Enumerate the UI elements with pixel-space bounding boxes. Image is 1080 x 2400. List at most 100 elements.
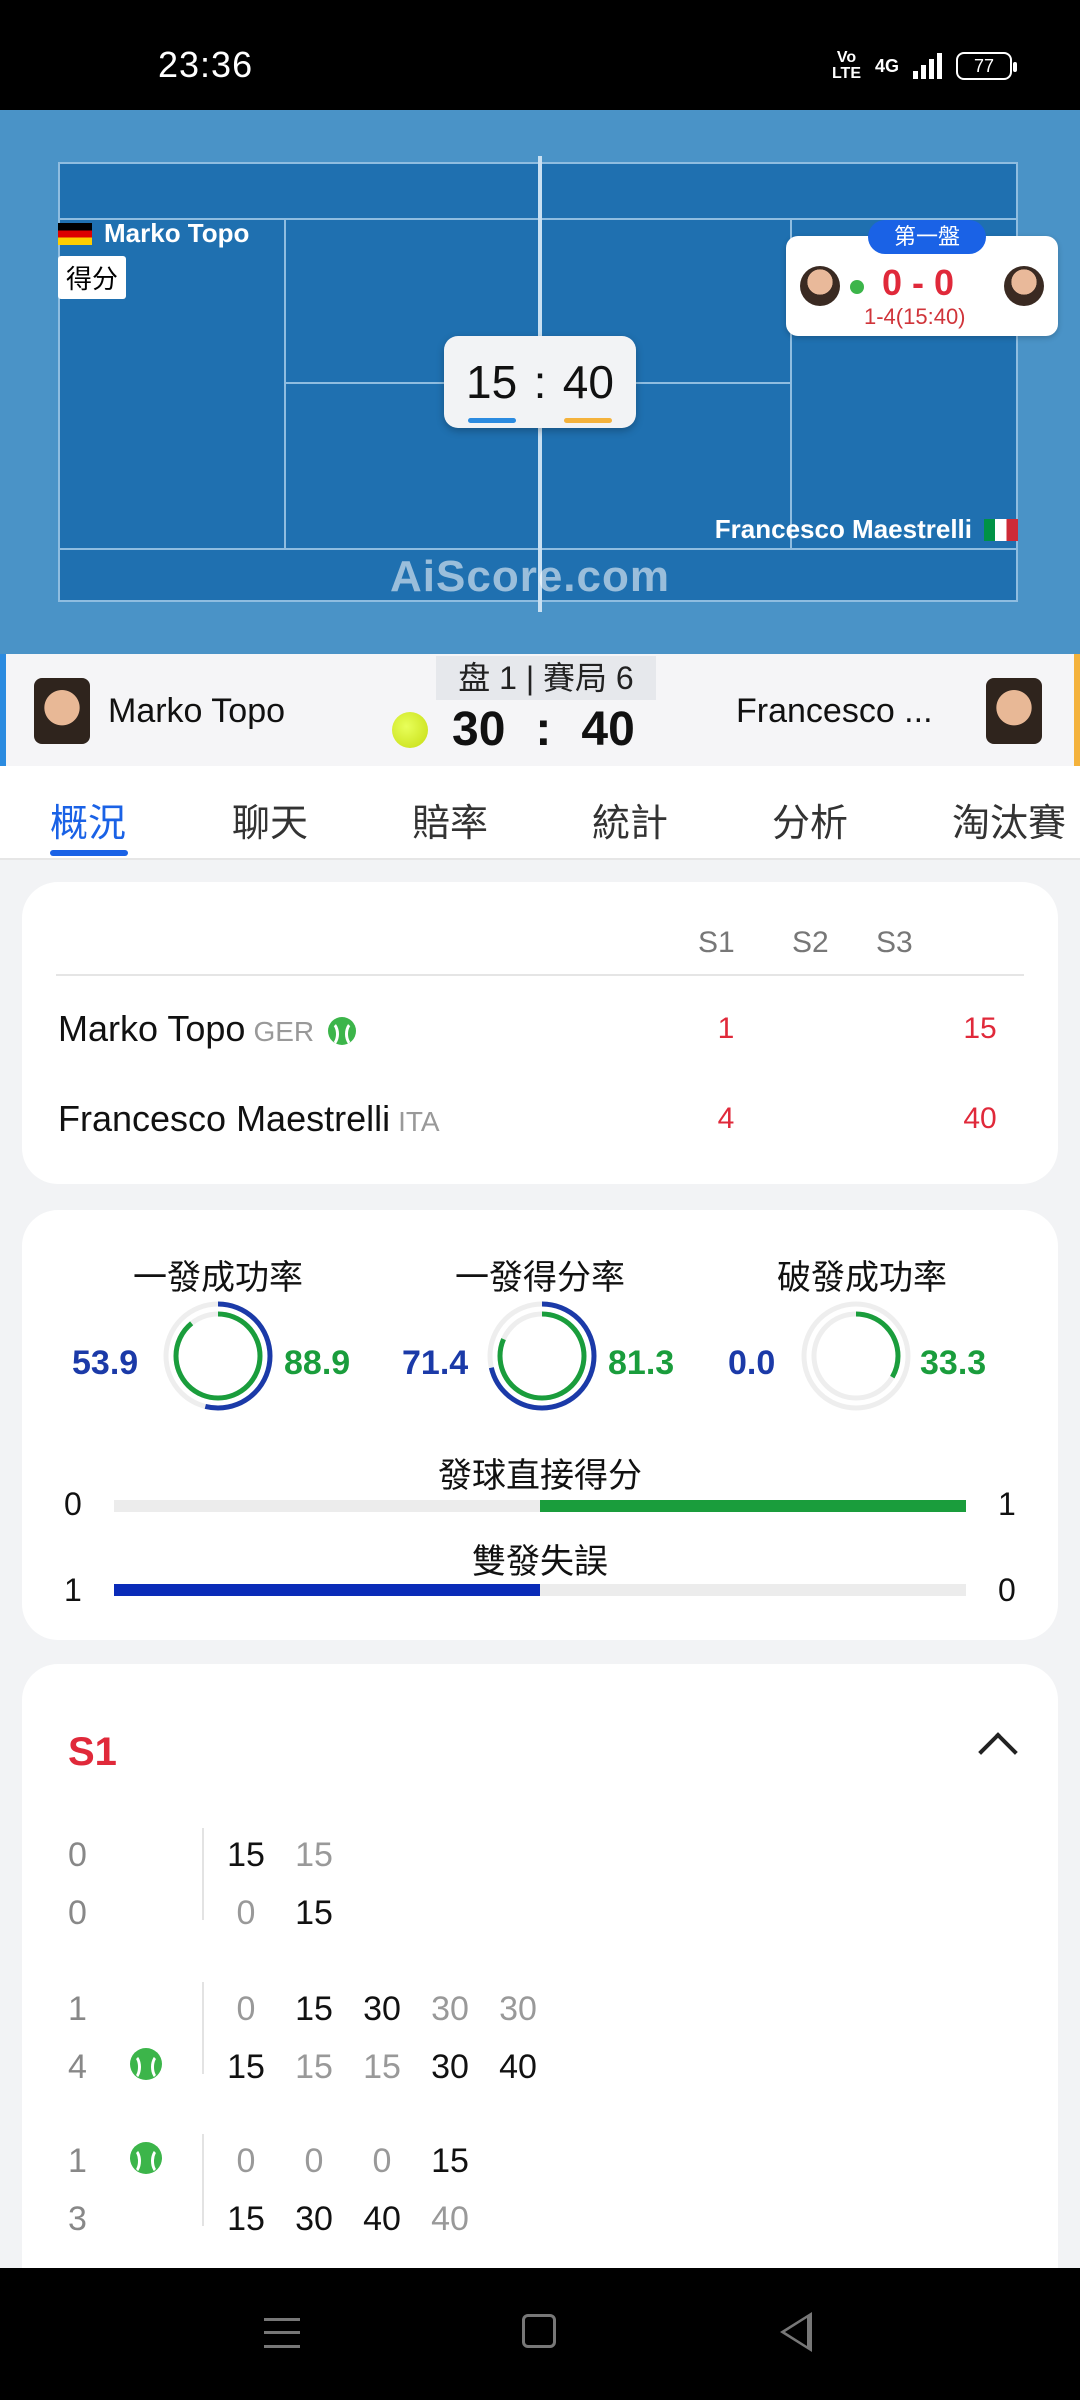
set-game-label: 盘 1 | 賽局 6	[436, 656, 656, 700]
point: 15	[227, 2200, 265, 2238]
point: 30	[499, 1990, 537, 2028]
game-count-away: 0	[68, 1894, 87, 1932]
stat-title-1: 一發成功率	[133, 1259, 303, 1297]
tab-chat[interactable]: 聊天	[232, 792, 308, 847]
point: 15	[431, 2142, 469, 2180]
stat-away-1: 88.9	[284, 1344, 351, 1382]
tab-bar: 概況 聊天 賠率 統計 分析 淘汰賽	[0, 766, 1080, 860]
bar-title-aces: 發球直接得分	[438, 1457, 642, 1495]
watermark: AiScore.com	[390, 552, 670, 601]
point: 40	[431, 2200, 469, 2238]
home-s1: 1	[717, 1012, 735, 1045]
away-player-avatar[interactable]	[986, 678, 1042, 744]
network-type: 4G	[874, 55, 899, 76]
point: 40	[363, 2200, 401, 2238]
away-current: 40	[963, 1102, 997, 1135]
home-player-avatar[interactable]	[34, 678, 90, 744]
set-score-card[interactable]: 第一盤 0 - 0 1-4(15:40)	[786, 220, 1058, 336]
home-player-name[interactable]: Marko Topo	[108, 692, 285, 731]
game-score-box: 15 : 40	[444, 336, 636, 428]
receiver-label: Francesco Maestrelli	[715, 514, 1018, 545]
point: 15	[227, 1836, 265, 1874]
scoreboard-row-away: Francesco Maestrelli ITA	[58, 1098, 440, 1139]
tab-odds[interactable]: 賠率	[412, 792, 488, 847]
tab-stats[interactable]: 統計	[592, 792, 668, 847]
game-score-away: 40	[560, 355, 616, 423]
stats-card: 一發成功率 53.9 88.9 一發得分率 71.4 81.3 破發成功率 0.…	[22, 1210, 1058, 1640]
double-faults-away: 0	[998, 1572, 1016, 1608]
point: 0	[304, 2142, 324, 2180]
point: 0	[236, 1990, 256, 2028]
header-s1: S1	[698, 926, 735, 959]
aces-away-fill	[540, 1500, 966, 1512]
status-icons: Vo LTE 4G 77	[831, 49, 1017, 82]
divider	[202, 1982, 204, 2074]
game-count-away: 4	[68, 2048, 87, 2086]
stat-away-2: 81.3	[608, 1344, 675, 1382]
point-score: 30 : 40	[452, 703, 635, 756]
point: 15	[295, 2048, 333, 2086]
serving-ball-icon	[130, 2048, 162, 2080]
double-faults-bar	[114, 1584, 966, 1596]
point: 15	[295, 1990, 333, 2028]
header-s2: S2	[792, 926, 829, 959]
battery-icon: 77	[956, 52, 1017, 80]
ring-chart-2	[487, 1301, 597, 1411]
match-header: Marko Topo 盘 1 | 賽局 6 30 : 40 Francesco …	[0, 654, 1080, 766]
menu-icon[interactable]	[264, 2318, 300, 2348]
serving-ball-icon	[130, 2142, 162, 2174]
aces-bar	[114, 1500, 966, 1512]
server-label: Marko Topo	[58, 218, 249, 249]
point-tag: 得分	[58, 256, 127, 299]
game-count-away: 3	[68, 2200, 87, 2238]
set-score-sub: 1-4(15:40)	[864, 304, 966, 329]
set-title: S1	[68, 1730, 117, 1774]
aces-home: 0	[64, 1486, 82, 1522]
tab-analysis[interactable]: 分析	[772, 792, 848, 847]
point: 15	[227, 2048, 265, 2086]
set-label: 第一盤	[868, 220, 986, 254]
point: 30	[295, 2200, 333, 2238]
tab-overview[interactable]: 概況	[50, 792, 126, 847]
divider	[202, 2134, 204, 2226]
point: 15	[295, 1836, 333, 1874]
signal-icon	[913, 53, 942, 79]
tennis-ball-icon	[392, 712, 428, 748]
point: 40	[499, 2048, 537, 2086]
stat-home-2: 71.4	[402, 1344, 469, 1382]
divider	[56, 974, 1024, 976]
stat-home-3: 0.0	[728, 1344, 776, 1382]
ring-chart-3	[801, 1301, 911, 1411]
set-score: 0 - 0	[882, 262, 955, 303]
scoreboard-row-home: Marko Topo GER	[58, 1008, 357, 1050]
game-count-home: 1	[68, 1990, 87, 2028]
volte-icon: Vo LTE	[831, 49, 861, 82]
tab-knockout[interactable]: 淘汰賽	[952, 792, 1066, 847]
header-s3: S3	[876, 926, 913, 959]
game-score-home: 15	[464, 355, 520, 423]
point: 0	[236, 2142, 256, 2180]
stat-title-3: 破發成功率	[777, 1259, 947, 1297]
game-count-home: 1	[68, 2142, 87, 2180]
aces-away: 1	[998, 1486, 1016, 1522]
bar-title-double-faults: 雙發失誤	[472, 1543, 608, 1581]
clock: 23:36	[158, 44, 254, 85]
divider	[202, 1828, 204, 1920]
back-icon[interactable]	[780, 2312, 812, 2352]
ring-chart-1	[163, 1301, 273, 1411]
away-player-name[interactable]: Francesco ...	[736, 692, 933, 731]
stat-home-1: 53.9	[72, 1344, 139, 1382]
double-faults-home: 1	[64, 1572, 82, 1608]
stat-title-2: 一發得分率	[455, 1259, 625, 1297]
scoreboard-card: S1 S2 S3 Marko Topo GER 1 15 Francesco Ma…	[22, 882, 1058, 1184]
serve-ball-icon	[850, 280, 864, 294]
point-by-point-card: S1 0 0 15 15 0 15 1 4 0 15 30 30 30 15 1…	[22, 1664, 1058, 2324]
point: 15	[363, 2048, 401, 2086]
home-icon[interactable]	[522, 2314, 556, 2348]
chevron-up-icon[interactable]	[978, 1732, 1018, 1772]
stat-away-3: 33.3	[920, 1344, 987, 1382]
italy-flag-icon	[984, 518, 1018, 541]
point: 0	[236, 1894, 256, 1932]
home-avatar	[800, 266, 840, 306]
double-faults-home-fill	[114, 1584, 540, 1596]
